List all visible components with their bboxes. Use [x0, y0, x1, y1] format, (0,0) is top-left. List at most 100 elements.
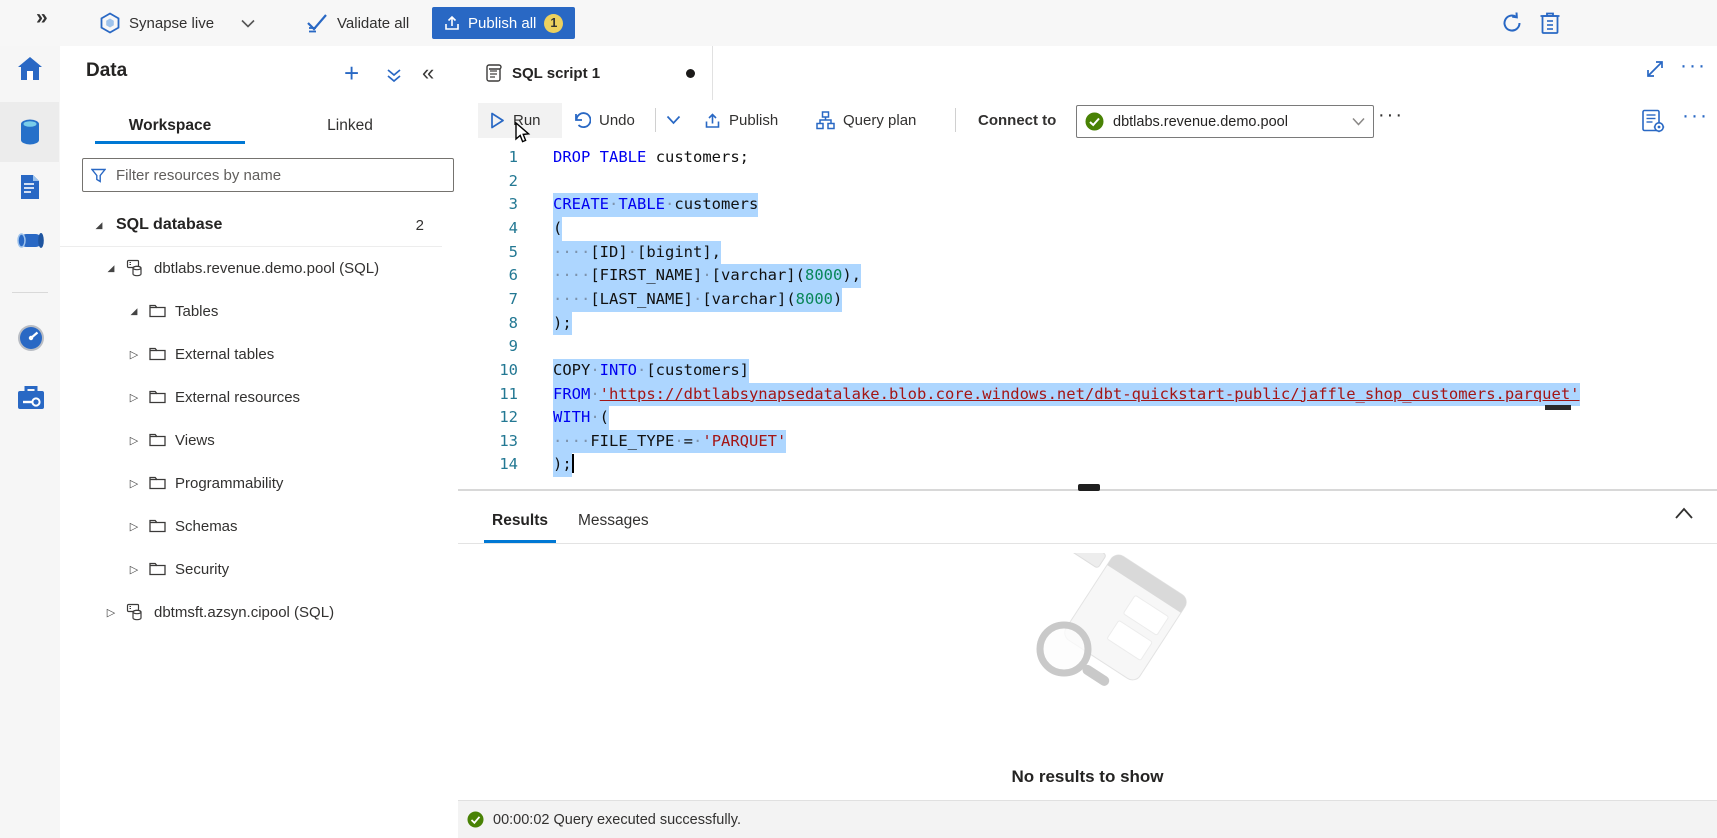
- tree-item-count: 2: [416, 217, 424, 234]
- tree-item-sql-database[interactable]: ◢ SQL database 2: [60, 204, 442, 247]
- data-explorer-panel: Data + « Workspace Linked ◢SQL database2…: [60, 46, 459, 838]
- expand-twistie-icon[interactable]: ▷: [128, 477, 140, 490]
- properties-icon[interactable]: [1640, 108, 1666, 134]
- query-status-bar: 00:00:02 Query executed successfully.: [458, 800, 1717, 838]
- publish-all-button[interactable]: Publish all 1: [432, 7, 575, 39]
- code-line-3[interactable]: 3CREATE·TABLE·customers: [458, 193, 1717, 217]
- expand-twistie-icon[interactable]: ▷: [128, 391, 140, 404]
- tab-title: SQL script 1: [512, 65, 600, 82]
- editor-scrollbar-thumb[interactable]: [1545, 405, 1571, 410]
- code-line-10[interactable]: 10 COPY·INTO·[customers]: [458, 359, 1717, 383]
- refresh-icon[interactable]: [1500, 11, 1524, 35]
- query-plan-button[interactable]: Query plan: [816, 100, 916, 140]
- expand-twistie-icon[interactable]: ▷: [105, 606, 117, 619]
- code-text: FROM·'https://dbtlabsynapsedatalake.blob…: [553, 383, 1588, 407]
- tree-item-tables[interactable]: ◢Tables: [60, 290, 458, 332]
- integrate-hub-icon[interactable]: [16, 226, 44, 254]
- tab-messages[interactable]: Messages: [570, 501, 657, 540]
- folder-icon: [149, 390, 166, 404]
- tree-item-label: Security: [175, 561, 229, 578]
- collapse-results-chevron-icon[interactable]: [1674, 507, 1694, 520]
- tree-item-security[interactable]: ▷ Security: [60, 548, 458, 590]
- expand-twistie-icon[interactable]: ▷: [128, 520, 140, 533]
- text-cursor: [572, 454, 574, 473]
- rail-divider: [12, 292, 48, 293]
- run-button[interactable]: Run: [490, 100, 541, 140]
- validate-all-button[interactable]: Validate all: [306, 0, 409, 46]
- code-text: ····[LAST_NAME]·[varchar](8000): [553, 288, 850, 312]
- code-line-7[interactable]: 7····[LAST_NAME]·[varchar](8000): [458, 288, 1717, 312]
- collapse-twistie-icon[interactable]: ◢: [128, 306, 140, 317]
- home-icon[interactable]: [16, 55, 44, 83]
- monitor-hub-icon[interactable]: [16, 323, 44, 351]
- sql-pool-icon: [126, 603, 145, 622]
- code-line-5[interactable]: 5····[ID]·[bigint],: [458, 241, 1717, 265]
- code-line-2[interactable]: 2: [458, 170, 1717, 194]
- expand-twistie-icon[interactable]: ▷: [128, 348, 140, 361]
- success-check-icon: [467, 811, 484, 828]
- connect-to-label-wrap: Connect to: [978, 100, 1056, 140]
- tree-item-dbtmsft-azsyn-cipool-sql[interactable]: ▷dbtmsft.azsyn.cipool (SQL): [60, 591, 458, 633]
- code-line-13[interactable]: 13····FILE_TYPE·=·'PARQUET': [458, 430, 1717, 454]
- mode-selector[interactable]: Synapse live: [100, 0, 255, 46]
- validate-icon: [306, 13, 328, 33]
- tree-item-external-tables[interactable]: ▷External tables: [60, 333, 458, 375]
- discard-trash-icon[interactable]: [1538, 10, 1562, 36]
- tree-item-external-resources[interactable]: ▷External resources: [60, 376, 458, 418]
- collapse-twistie-icon[interactable]: ◢: [93, 220, 105, 231]
- query-plan-icon: [816, 111, 835, 130]
- tree-item-views[interactable]: ▷Views: [60, 419, 458, 461]
- line-number: 5: [458, 241, 518, 265]
- manage-hub-icon[interactable]: [16, 384, 44, 412]
- collapse-twistie-icon[interactable]: ◢: [105, 263, 117, 274]
- toolbar-right-more-actions[interactable]: ···: [1682, 104, 1709, 128]
- run-icon: [490, 112, 505, 129]
- tree-item-dbtlabs-revenue-demo-pool-sql[interactable]: ◢ dbtlabs.revenue.demo.pool (SQL): [60, 247, 458, 289]
- tree-item-label: SQL database: [116, 216, 222, 234]
- pool-select-value: dbtlabs.revenue.demo.pool: [1113, 114, 1343, 130]
- splitter-drag-handle[interactable]: [1078, 484, 1100, 491]
- code-line-11[interactable]: 11FROM·'https://dbtlabsynapsedatalake.bl…: [458, 383, 1717, 407]
- sql-code-editor[interactable]: 1DROP TABLE customers;23CREATE·TABLE·cus…: [458, 141, 1717, 489]
- connected-check-icon: [1085, 112, 1104, 131]
- code-text: COPY·INTO·[customers]: [553, 359, 757, 383]
- line-number: 12: [458, 406, 518, 430]
- undo-button[interactable]: Undo: [572, 100, 635, 140]
- run-options-chevron[interactable]: [666, 100, 681, 140]
- expand-twistie-icon[interactable]: ▷: [128, 563, 140, 576]
- synapse-studio-window: » Synapse live Validate all Publish all …: [0, 0, 1717, 838]
- code-text: WITH·(: [553, 406, 617, 430]
- code-line-6[interactable]: 6····[FIRST_NAME]·[varchar](8000),: [458, 264, 1717, 288]
- code-line-12[interactable]: 12 WITH·(: [458, 406, 1717, 430]
- code-line-8[interactable]: 8);: [458, 312, 1717, 336]
- toolbar-divider: [655, 108, 656, 132]
- code-text: ····FILE_TYPE·=·'PARQUET': [553, 430, 794, 454]
- tree-item-schemas[interactable]: ▷Schemas: [60, 505, 458, 547]
- undo-icon: [572, 111, 591, 129]
- no-results-illustration: [1006, 553, 1196, 703]
- code-line-9[interactable]: 9: [458, 335, 1717, 359]
- expand-twistie-icon[interactable]: ▷: [128, 434, 140, 447]
- toolbar-more-actions[interactable]: ···: [1378, 104, 1404, 127]
- tab-more-actions[interactable]: ···: [1680, 54, 1707, 78]
- status-message: 00:00:02 Query executed successfully.: [493, 812, 741, 828]
- expand-rail-icon[interactable]: »: [36, 6, 46, 30]
- code-line-14[interactable]: 14);: [458, 453, 1717, 477]
- develop-hub-icon[interactable]: [16, 173, 44, 201]
- document-tab-bar: SQL script 1 ···: [458, 46, 1717, 101]
- undo-label: Undo: [599, 112, 635, 129]
- code-line-1[interactable]: 1DROP TABLE customers;: [458, 146, 1717, 170]
- publish-button[interactable]: Publish: [704, 100, 778, 140]
- tab-results[interactable]: Results: [484, 501, 556, 543]
- results-panel: Results Messages: [458, 491, 1717, 800]
- code-line-4[interactable]: 4(: [458, 217, 1717, 241]
- tree-item-label: dbtlabs.revenue.demo.pool (SQL): [154, 260, 379, 277]
- line-number: 10: [458, 359, 518, 383]
- tree-item-programmability[interactable]: ▷Programmability: [60, 462, 458, 504]
- publish-doc-icon: [704, 112, 721, 129]
- tab-sql-script-1[interactable]: SQL script 1: [477, 46, 713, 100]
- pool-select-chevron-icon: [1352, 117, 1365, 126]
- pool-select[interactable]: dbtlabs.revenue.demo.pool: [1076, 105, 1374, 138]
- data-hub-icon[interactable]: [16, 118, 44, 146]
- expand-editor-icon[interactable]: [1645, 59, 1665, 79]
